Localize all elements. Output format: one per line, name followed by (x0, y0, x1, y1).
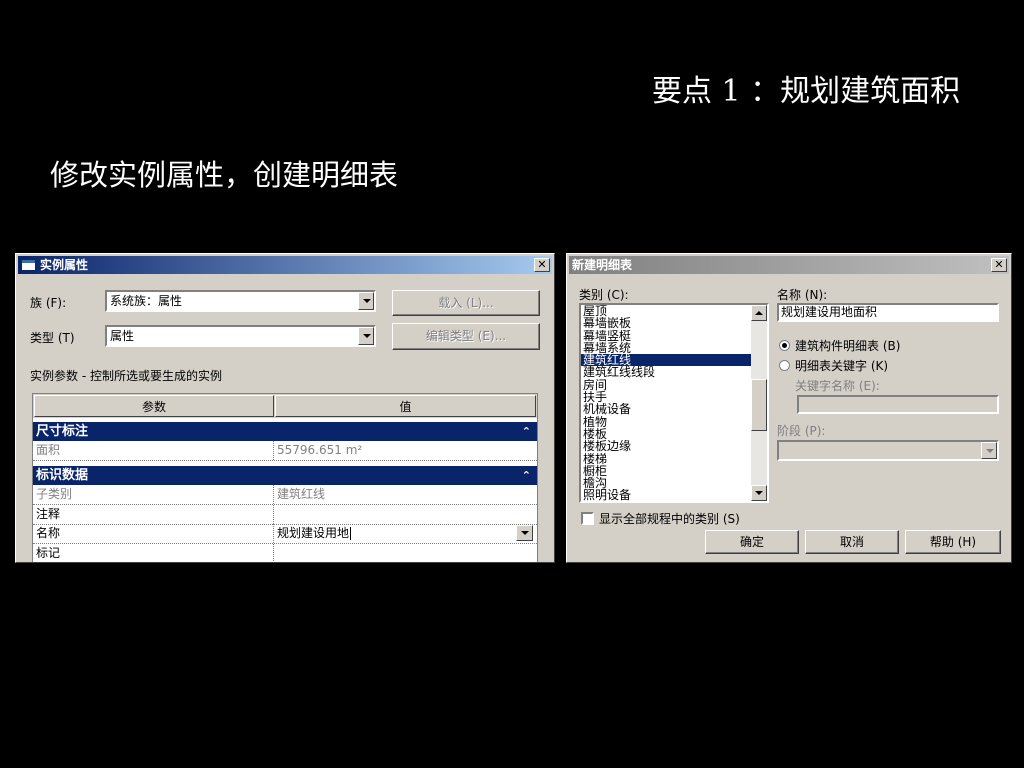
table-row[interactable]: 面积 55796.651 m² (33, 441, 537, 461)
column-header-parameter[interactable]: 参数 (34, 395, 274, 417)
table-row[interactable]: 子类别 建筑红线 (33, 485, 537, 505)
list-item[interactable]: 楼梯 (581, 453, 751, 465)
key-name-label: 关键字名称 (E): (795, 379, 880, 393)
chevron-up-icon[interactable]: ⌃ (522, 466, 531, 485)
new-schedule-dialog: 新建明细表 ✕ 类别 (C): 屋顶 幕墙嵌板 幕墙竖梃 幕墙系统 建筑红线 建筑红线线段… (566, 253, 1012, 563)
list-item[interactable]: 橱柜 (581, 465, 751, 477)
param-name: 名称 (36, 526, 61, 540)
radio-component-schedule[interactable] (779, 340, 790, 351)
cancel-button[interactable]: 取消 (805, 530, 899, 554)
family-label: 族 (F): (30, 296, 67, 310)
chevron-down-icon[interactable] (358, 292, 374, 310)
chevron-down-icon[interactable] (358, 327, 374, 345)
group-row-identity-data[interactable]: 标识数据 ⌃ (33, 466, 537, 485)
slide-title: 要点 1 ：规划建筑面积 (652, 74, 961, 109)
close-icon: ✕ (994, 258, 1004, 271)
list-item[interactable]: 楼板边缘 (581, 440, 751, 452)
name-label: 名称 (N): (777, 288, 828, 302)
category-listbox[interactable]: 屋顶 幕墙嵌板 幕墙竖梃 幕墙系统 建筑红线 建筑红线线段 房间 扶手 机械设备 植物 楼板 楼板边缘… (579, 303, 769, 503)
close-icon: ✕ (537, 258, 547, 271)
list-item[interactable]: 扶手 (581, 391, 751, 403)
vertical-scrollbar[interactable] (751, 305, 767, 501)
dialog-title: 实例属性 (40, 258, 89, 272)
close-button[interactable]: ✕ (534, 258, 550, 272)
dialog-titlebar[interactable]: 新建明细表 ✕ (569, 256, 1009, 274)
dialog-titlebar[interactable]: 实例属性 ✕ (18, 256, 552, 274)
name-input[interactable]: 规划建设用地面积 (777, 303, 999, 322)
load-button[interactable]: 载入 (L)... (392, 290, 540, 316)
table-row[interactable]: 注释 (33, 505, 537, 525)
group-label: 尺寸标注 (36, 424, 89, 439)
phase-dropdown[interactable] (777, 440, 999, 461)
family-dropdown[interactable]: 系统族：属性 (105, 290, 376, 312)
list-item[interactable]: 建筑红线 (581, 354, 751, 367)
table-row[interactable]: 标记 (33, 544, 537, 562)
list-item[interactable]: 植物 (581, 416, 751, 428)
list-item[interactable]: 檐沟 (581, 477, 751, 489)
scroll-thumb[interactable] (751, 379, 767, 431)
help-button[interactable]: 帮助 (H) (905, 530, 1001, 554)
list-item[interactable]: 幕墙嵌板 (581, 317, 751, 329)
param-name: 子类别 (36, 487, 73, 501)
group-row-dimensions[interactable]: 尺寸标注 ⌃ (33, 422, 537, 441)
slide-subtitle: 修改实例属性，创建明细表 (50, 158, 399, 192)
radio-key-schedule-label[interactable]: 明细表关键字 (K) (795, 357, 888, 374)
radio-component-schedule-label[interactable]: 建筑构件明细表 (B) (795, 337, 900, 354)
param-value: 55796.651 m² (277, 443, 363, 457)
list-item[interactable]: 屋顶 (581, 305, 751, 317)
name-value: 规划建设用地面积 (781, 305, 878, 319)
chevron-up-icon[interactable]: ⌃ (522, 422, 531, 441)
param-name: 注释 (36, 507, 61, 521)
show-all-checkbox-label[interactable]: 显示全部规程中的类别 (S) (599, 510, 740, 527)
table-row[interactable]: 名称 规划建设用地 (33, 524, 537, 544)
window-icon (21, 259, 36, 271)
list-item[interactable]: 建筑红线线段 (581, 366, 751, 378)
param-value: 规划建设用地 (277, 526, 350, 540)
param-value: 建筑红线 (277, 487, 326, 501)
family-value: 系统族：属性 (110, 294, 183, 308)
type-dropdown[interactable]: 属性 (105, 325, 376, 347)
list-item[interactable]: 照明设备 (581, 489, 751, 501)
category-list: 屋顶 幕墙嵌板 幕墙竖梃 幕墙系统 建筑红线 建筑红线线段 房间 扶手 机械设备 植物 楼板 楼板边缘… (581, 305, 751, 501)
type-label: 类型 (T) (30, 331, 75, 345)
chevron-down-icon[interactable] (981, 442, 997, 459)
type-value: 属性 (110, 329, 135, 343)
phase-label: 阶段 (P): (777, 424, 826, 438)
category-label: 类别 (C): (579, 288, 629, 302)
list-item[interactable]: 楼板 (581, 428, 751, 440)
scroll-up-icon[interactable] (751, 305, 767, 321)
instance-properties-dialog: 实例属性 ✕ 族 (F): 系统族：属性 载入 (L)... 类型 (T) 属性… (15, 253, 555, 563)
key-name-input[interactable] (797, 395, 999, 414)
group-label: 标识数据 (36, 468, 89, 483)
scroll-down-icon[interactable] (751, 485, 767, 501)
param-value-input[interactable]: 规划建设用地 (277, 524, 352, 543)
chevron-down-icon[interactable] (516, 525, 533, 541)
list-item[interactable]: 房间 (581, 379, 751, 391)
grid-header: 参数 值 (33, 394, 537, 418)
param-name: 标记 (36, 546, 61, 560)
text-caret (350, 527, 352, 540)
edit-type-button[interactable]: 编辑类型 (E)... (392, 323, 540, 350)
dialog-title: 新建明细表 (572, 258, 633, 272)
param-name: 面积 (36, 443, 61, 457)
list-item[interactable]: 机械设备 (581, 403, 751, 415)
column-header-value[interactable]: 值 (275, 395, 536, 417)
show-all-checkbox[interactable] (581, 512, 594, 525)
list-item[interactable]: 幕墙系统 (581, 342, 751, 354)
instance-params-caption: 实例参数 - 控制所选或要生成的实例 (30, 369, 222, 383)
list-item[interactable]: 幕墙竖梃 (581, 330, 751, 342)
radio-key-schedule[interactable] (779, 360, 790, 371)
close-button[interactable]: ✕ (991, 258, 1007, 272)
ok-button[interactable]: 确定 (705, 530, 799, 554)
parameters-grid: 参数 值 尺寸标注 ⌃ 面积 55796.651 m² 标识数据 ⌃ 子类别 建… (32, 393, 538, 562)
